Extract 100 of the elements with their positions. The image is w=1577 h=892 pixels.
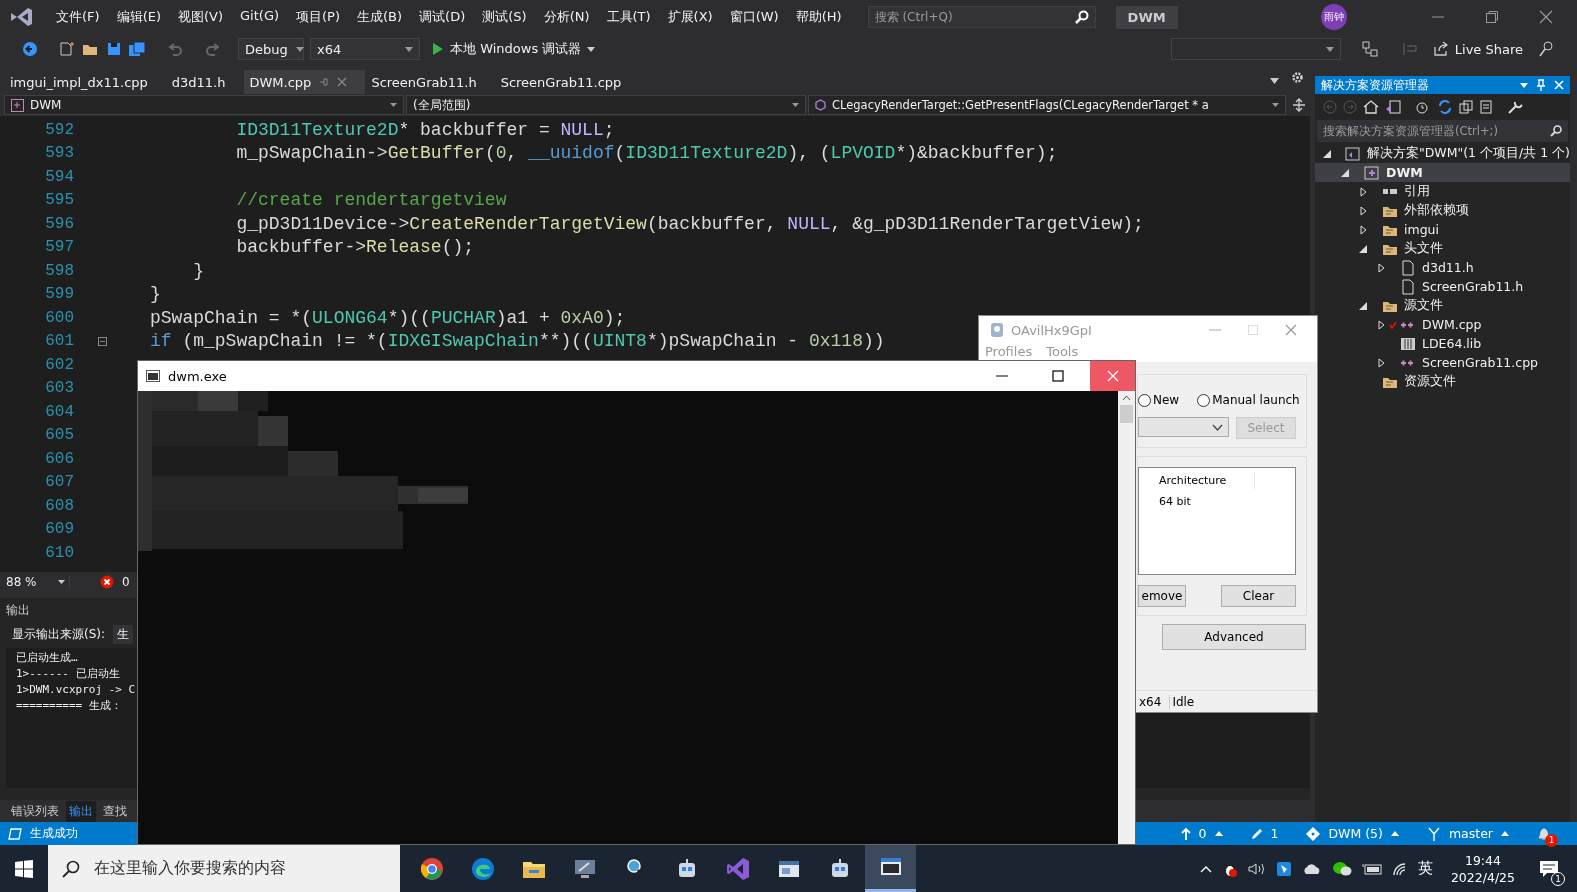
menu-item[interactable]: 项目(P) — [288, 6, 348, 28]
collapsed-arrow-icon[interactable] — [1359, 205, 1367, 216]
copy-icon[interactable] — [1459, 100, 1473, 114]
status-item[interactable]: DWM (5) — [1296, 826, 1409, 841]
panel-tab[interactable]: 错误列表 — [8, 800, 62, 822]
zoom-dropdown[interactable]: 88 % — [6, 575, 70, 589]
feedback-icon[interactable] — [1537, 40, 1555, 58]
expanded-arrow-icon[interactable] — [1359, 244, 1367, 253]
configuration-dropdown[interactable]: Debug — [238, 38, 304, 60]
chevron-up-icon[interactable] — [1199, 864, 1212, 873]
file-tab[interactable]: ScreenGrab11.h — [365, 70, 495, 94]
maximize-icon[interactable] — [1052, 370, 1064, 382]
undo-icon[interactable] — [166, 41, 184, 57]
menu-item[interactable]: 分析(N) — [535, 6, 598, 28]
restore-icon[interactable] — [1485, 10, 1499, 24]
tree-item[interactable]: ScreenGrab11.cpp — [1315, 353, 1570, 372]
new-item-icon[interactable] — [58, 41, 76, 57]
radio-button[interactable]: New — [1138, 393, 1180, 407]
file-tab[interactable]: DWM.cpp — [243, 70, 366, 94]
file-tab[interactable]: imgui_impl_dx11.cpp — [4, 70, 166, 94]
expanded-arrow-icon[interactable] — [1341, 168, 1349, 177]
menu-item[interactable]: 工具(T) — [598, 6, 659, 28]
tree-item[interactable]: ScreenGrab11.h — [1315, 277, 1570, 296]
diagram-icon[interactable] — [1360, 40, 1381, 58]
tree-item[interactable]: 资源文件 — [1315, 372, 1570, 391]
speaker-icon[interactable] — [1247, 861, 1266, 876]
collapse-icon[interactable] — [97, 336, 107, 346]
bell-icon[interactable] — [1537, 826, 1551, 841]
tree-item[interactable]: imgui — [1315, 220, 1570, 239]
advanced-button[interactable]: Advanced — [1162, 624, 1306, 650]
expanded-arrow-icon[interactable] — [1322, 149, 1331, 158]
start-icon[interactable] — [15, 859, 33, 878]
menu-item[interactable]: Git(G) — [232, 6, 288, 28]
scope-dropdown[interactable]: (全局范围) — [406, 95, 806, 115]
status-item[interactable]: 0 — [1170, 826, 1233, 841]
penguin-icon[interactable] — [1221, 859, 1238, 878]
live-share-button[interactable]: Live Share — [1424, 39, 1531, 59]
menu-item[interactable]: 生成(B) — [349, 6, 411, 28]
member-dropdown[interactable]: CLegacyRenderTarget::GetPresentFlags(CLegacyRenderTarget * a — [808, 95, 1286, 115]
history-icon[interactable] — [1415, 100, 1431, 114]
expanded-arrow-icon[interactable] — [1359, 301, 1367, 310]
close-icon[interactable] — [337, 77, 348, 87]
search-field[interactable]: 搜索解决方案资源管理器(Ctrl+;) — [1317, 120, 1568, 142]
menu-item[interactable]: 帮助(H) — [787, 6, 850, 28]
tree-item[interactable]: DWM — [1315, 163, 1570, 182]
input-method[interactable]: 英 — [1417, 859, 1433, 878]
source-dropdown[interactable]: 生 — [113, 625, 134, 644]
radio-button[interactable]: Manual launch — [1197, 393, 1300, 407]
back-icon[interactable] — [22, 41, 38, 57]
collapsed-arrow-icon[interactable] — [1359, 224, 1367, 235]
tree-item[interactable]: d3d11.h — [1315, 258, 1570, 277]
menu-item[interactable]: 扩展(X) — [659, 6, 721, 28]
menu-item[interactable]: 窗口(W) — [721, 6, 787, 28]
switch-view-icon[interactable] — [1385, 100, 1401, 114]
search-field[interactable]: 搜索 (Ctrl+Q) — [867, 6, 1096, 28]
split-icon[interactable] — [1292, 98, 1306, 112]
caret-icon[interactable] — [1270, 78, 1279, 84]
dialog-button[interactable]: Clear — [1221, 585, 1296, 607]
dialog-button[interactable]: emove — [1138, 585, 1186, 607]
status-item[interactable]: 1 — [1240, 826, 1289, 841]
tree-item[interactable]: 源文件 — [1315, 296, 1570, 315]
tree-item[interactable]: LDE64.lib — [1315, 334, 1570, 353]
collapsed-arrow-icon[interactable] — [1377, 357, 1385, 368]
save-all-icon[interactable] — [128, 41, 146, 57]
wrench-icon[interactable] — [1507, 99, 1523, 115]
close-icon[interactable] — [1539, 10, 1553, 24]
menu-item[interactable]: 编辑(E) — [108, 6, 169, 28]
menu-item[interactable]: 测试(S) — [474, 6, 535, 28]
home-icon[interactable] — [1363, 100, 1379, 114]
user-avatar[interactable]: 雨钟 — [1321, 4, 1347, 30]
pin-icon[interactable] — [1536, 79, 1546, 91]
chat-icon[interactable] — [1331, 860, 1352, 877]
taskbar-app[interactable] — [865, 845, 916, 892]
collapsed-arrow-icon[interactable] — [1359, 186, 1367, 197]
bookmark-icon[interactable] — [1275, 860, 1292, 877]
tree-item[interactable]: 头文件 — [1315, 239, 1570, 258]
clock[interactable]: 19:44 2022/4/25 — [1442, 851, 1523, 886]
platform-dropdown[interactable]: x64 — [310, 38, 420, 60]
tree-item[interactable]: DWM.cpp — [1315, 315, 1570, 334]
file-tab[interactable]: ScreenGrab11.cpp — [494, 70, 640, 94]
tree-item[interactable]: 解决方案"DWM"(1 个项目/共 1 个) — [1315, 144, 1570, 163]
redo-icon[interactable] — [204, 41, 222, 57]
save-icon[interactable] — [106, 41, 122, 57]
menu-item[interactable]: 调试(D) — [411, 6, 474, 28]
panel-tab[interactable]: 查找 — [100, 800, 130, 822]
settings-icon[interactable] — [1291, 71, 1304, 84]
tree-item[interactable]: 外部依赖项 — [1315, 201, 1570, 220]
collapsed-arrow-icon[interactable] — [1377, 262, 1385, 273]
pages-icon[interactable] — [1479, 100, 1493, 114]
wifi-icon[interactable] — [1391, 861, 1408, 876]
cloud-icon[interactable] — [1301, 862, 1322, 875]
column-header[interactable]: Architecture — [1159, 472, 1255, 489]
menu-item[interactable]: 视图(V) — [170, 6, 232, 28]
debugger-button[interactable]: 本地 Windows 调试器 — [426, 38, 602, 60]
collapsed-arrow-icon[interactable] — [1377, 319, 1385, 330]
project-dropdown[interactable]: DWM — [4, 95, 404, 115]
scroll-thumb[interactable] — [1120, 405, 1133, 423]
status-item[interactable]: master — [1416, 826, 1519, 841]
file-tab[interactable]: d3d11.h — [165, 70, 244, 94]
panel-tab[interactable]: 输出 — [66, 800, 96, 822]
